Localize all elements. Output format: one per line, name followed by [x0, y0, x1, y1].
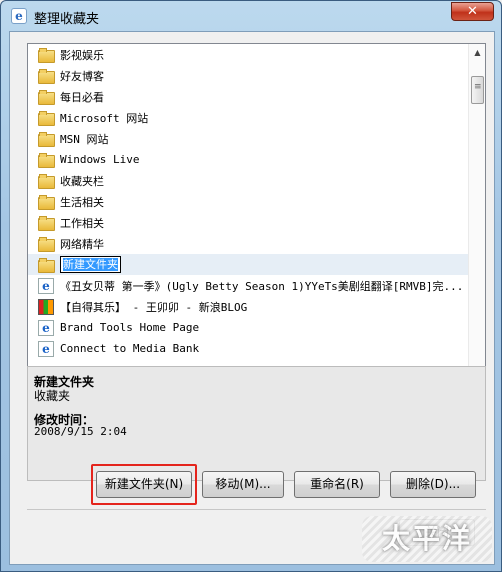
delete-button[interactable]: 删除(D)... [390, 471, 476, 498]
rename-button[interactable]: 重命名(R) [294, 471, 380, 498]
list-item-label: Windows Live [60, 153, 140, 166]
folder-icon [38, 132, 55, 147]
ie-icon: e [11, 8, 27, 24]
list-item[interactable]: MSN 网站 [28, 128, 468, 149]
list-item-label: 收藏夹栏 [60, 174, 104, 188]
list-item-label: 工作相关 [60, 216, 104, 230]
list-item-label: 生活相关 [60, 195, 104, 209]
list-item-label: 【自得其乐】 - 王卯卯 - 新浪BLOG [60, 300, 248, 314]
list-item[interactable]: 好友博客 [28, 65, 468, 86]
dialog-client-area: 影视娱乐好友博客每日必看 Microsoft 网站 MSN 网站 Windows Li… [9, 31, 495, 565]
site-favicon-icon [38, 298, 54, 315]
rename-input[interactable]: 新建文件夹 [60, 256, 121, 273]
scroll-up-arrow-icon[interactable]: ▲ [469, 44, 485, 61]
folder-icon [38, 69, 55, 84]
new-folder-button[interactable]: 新建文件夹(N) [96, 471, 192, 498]
folder-icon [38, 237, 55, 252]
list-item[interactable]: 生活相关 [28, 191, 468, 212]
list-item[interactable]: 【自得其乐】 - 王卯卯 - 新浪BLOG [28, 296, 468, 317]
list-item-label: 《丑女贝蒂 第一季》(Ugly Betty Season 1)YYeTs美剧组翻… [60, 279, 464, 293]
title-bar[interactable]: e 整理收藏夹 ✕ [1, 1, 501, 31]
favorites-list-items: 影视娱乐好友博客每日必看 Microsoft 网站 MSN 网站 Windows Li… [28, 44, 468, 359]
vertical-scrollbar[interactable]: ▲ ▼ [468, 44, 485, 385]
folder-icon [38, 195, 55, 210]
separator-line [27, 509, 486, 510]
list-item-label: Connect to Media Bank [60, 342, 200, 355]
folder-icon [38, 48, 55, 63]
list-item[interactable]: 工作相关 [28, 212, 468, 233]
list-item[interactable]: e Brand Tools Home Page [28, 317, 468, 338]
details-modified-value: 2008/9/15 2:04 [34, 425, 127, 438]
details-item-type: 收藏夹 [34, 389, 71, 403]
list-item-label: MSN 网站 [60, 132, 109, 146]
list-item[interactable]: e Connect to Media Bank [28, 338, 468, 359]
list-item[interactable]: 新建文件夹 [28, 254, 468, 275]
move-button[interactable]: 移动(M)... [202, 471, 284, 498]
folder-icon [38, 90, 55, 105]
list-item-label: 影视娱乐 [60, 48, 104, 62]
list-item[interactable]: Microsoft 网站 [28, 107, 468, 128]
list-item[interactable]: Windows Live [28, 149, 468, 170]
window-title: 整理收藏夹 [34, 12, 100, 27]
list-item[interactable]: 每日必看 [28, 86, 468, 107]
favorites-list[interactable]: 影视娱乐好友博客每日必看 Microsoft 网站 MSN 网站 Windows Li… [27, 43, 486, 386]
list-item-label: 新建文件夹 [63, 258, 118, 271]
list-item-label: 好友博客 [60, 69, 104, 83]
folder-icon [38, 153, 55, 168]
ie-page-icon: e [38, 340, 54, 357]
list-item-label: 网络精华 [60, 237, 104, 251]
organize-favorites-window: e 整理收藏夹 ✕ 影视娱乐好友博客每日必看 Microsoft 网站 MSN 网站… [0, 0, 502, 572]
folder-icon [38, 216, 55, 231]
folder-icon [38, 174, 55, 189]
list-item[interactable]: 影视娱乐 [28, 44, 468, 65]
list-item[interactable]: e 《丑女贝蒂 第一季》(Ugly Betty Season 1)YYeTs美剧组… [28, 275, 468, 296]
list-item-label: Brand Tools Home Page [60, 321, 200, 334]
ie-page-icon: e [38, 277, 54, 294]
list-item-label: 每日必看 [60, 90, 104, 104]
list-item[interactable]: 网络精华 [28, 233, 468, 254]
watermark-logo: 太平洋 [362, 516, 492, 562]
folder-icon [38, 111, 55, 126]
list-item[interactable]: 收藏夹栏 [28, 170, 468, 191]
list-item-label: Microsoft 网站 [60, 111, 149, 125]
window-close-button[interactable]: ✕ [451, 2, 494, 21]
ie-page-icon: e [38, 319, 54, 336]
folder-icon [38, 258, 55, 273]
scroll-thumb[interactable] [471, 76, 484, 104]
